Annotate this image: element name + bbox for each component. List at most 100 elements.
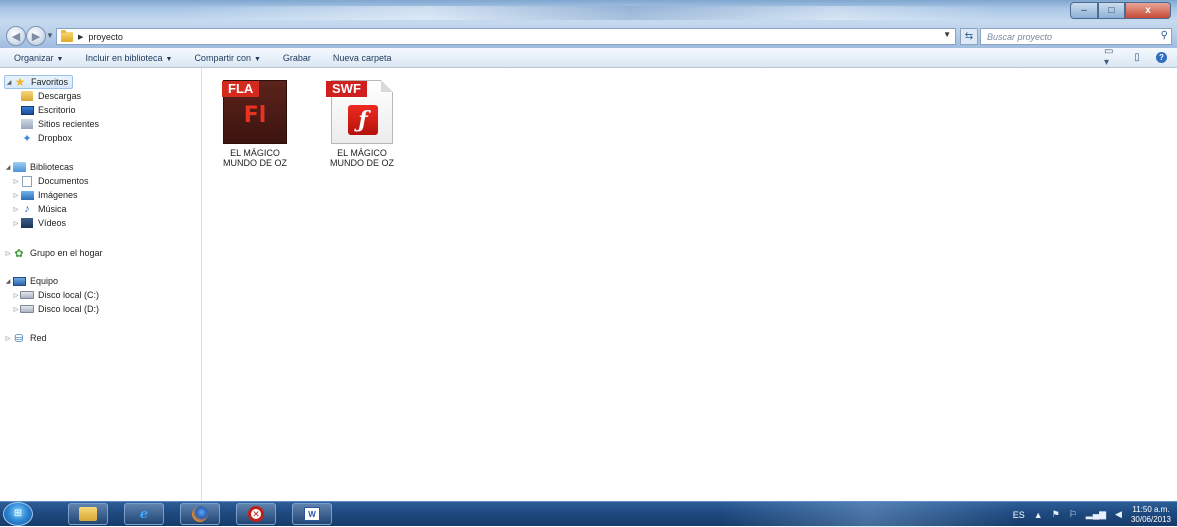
chevron-down-icon: ▼: [56, 55, 64, 63]
refresh-button[interactable]: ⇆: [960, 28, 978, 45]
file-item-fla[interactable]: FLA Fl EL MÁGICO MUNDO DE OZ: [210, 80, 300, 168]
file-name: EL MÁGICO MUNDO DE OZ: [330, 148, 394, 168]
signal-icon[interactable]: ▂▄▆: [1086, 509, 1106, 520]
nav-homegroup-label: Grupo en el hogar: [30, 248, 103, 258]
command-bar: Organizar ▼ Incluir en biblioteca ▼ Compar…: [0, 46, 1177, 68]
search-input[interactable]: Buscar proyecto ⚲: [980, 28, 1172, 45]
collapsed-triangle-icon[interactable]: ▷: [12, 192, 20, 199]
include-in-library-menu[interactable]: Incluir en biblioteca ▼: [85, 53, 172, 63]
expanded-triangle-icon[interactable]: ◢: [4, 278, 12, 285]
search-placeholder: Buscar proyecto: [987, 31, 1053, 42]
close-icon: x: [1145, 5, 1151, 16]
collapsed-triangle-icon[interactable]: ▷: [4, 250, 12, 257]
homegroup-icon: ✿: [14, 247, 24, 260]
share-with-menu[interactable]: Compartir con ▼: [194, 53, 260, 63]
nav-item-documentos[interactable]: ▷ Documentos: [12, 174, 89, 188]
view-options-icon[interactable]: ▭ ▾: [1104, 46, 1118, 68]
documents-icon: [20, 175, 34, 187]
preview-pane-icon[interactable]: ▯: [1130, 50, 1144, 64]
help-icon[interactable]: ?: [1156, 51, 1167, 63]
nav-item-label: Dropbox: [38, 133, 73, 143]
nav-item-disco-c[interactable]: ▷ Disco local (C:): [12, 288, 99, 302]
breadcrumb-proyecto[interactable]: proyecto: [88, 32, 123, 42]
new-folder-button[interactable]: Nueva carpeta: [333, 53, 392, 63]
forward-button[interactable]: ▶: [26, 26, 46, 46]
flash-player-glyph: ƒ: [348, 105, 378, 135]
title-bar: ◀ ▶ ▼ ▶ proyecto ▼ ⇆ Buscar proyecto ⚲ –…: [0, 0, 1177, 48]
system-tray: ES ▲ ⚑ ⚐ ▂▄▆ ◀ 11:50 a.m. 30/06/2013: [1013, 504, 1171, 525]
nav-item-label: Documentos: [38, 176, 89, 186]
chevron-down-icon: ▼: [253, 55, 261, 63]
organize-label: Organizar: [14, 52, 54, 63]
network-status-icon[interactable]: ⚑: [1052, 509, 1060, 520]
nav-network[interactable]: ▷ ⛁ Red: [4, 331, 47, 345]
maximize-button[interactable]: □: [1098, 2, 1125, 19]
breadcrumb-separator-icon[interactable]: ▶: [78, 33, 83, 41]
minimize-button[interactable]: –: [1070, 2, 1098, 19]
nav-computer[interactable]: ◢ Equipo: [4, 274, 58, 288]
recent-pages-dropdown[interactable]: ▼: [46, 31, 56, 41]
collapsed-triangle-icon[interactable]: ▷: [12, 220, 20, 227]
share-with-label: Compartir con: [194, 52, 251, 63]
toolbar-right: ▭ ▾ ▯ ?: [1104, 46, 1167, 68]
chevron-down-icon: ▼: [165, 55, 173, 63]
taskbar-ie[interactable]: e: [124, 503, 164, 525]
libraries-icon: [12, 161, 26, 173]
pictures-icon: [20, 189, 34, 201]
nav-libraries[interactable]: ◢ Bibliotecas: [4, 160, 74, 174]
downloads-folder-icon: [20, 90, 34, 102]
nav-item-videos[interactable]: ▷ Vídeos: [12, 216, 66, 230]
nav-favorites[interactable]: ◢ ★ Favoritos: [4, 75, 74, 89]
include-in-library-label: Incluir en biblioteca: [85, 52, 163, 63]
file-list[interactable]: FLA Fl EL MÁGICO MUNDO DE OZ SWF ƒ EL MÁ…: [202, 68, 1177, 501]
expanded-triangle-icon[interactable]: ◢: [4, 164, 12, 171]
language-indicator[interactable]: ES: [1013, 510, 1025, 520]
music-icon: ♪: [24, 203, 30, 215]
start-orb-icon: ⊞: [13, 508, 23, 519]
show-hidden-icons-icon[interactable]: ▲: [1034, 510, 1043, 520]
taskbar-blocked-app[interactable]: ✕: [236, 503, 276, 525]
collapsed-triangle-icon[interactable]: ▷: [12, 206, 20, 213]
refresh-icon: ⇆: [964, 31, 974, 42]
nav-item-imagenes[interactable]: ▷ Imágenes: [12, 188, 78, 202]
address-dropdown-icon[interactable]: ▼: [943, 30, 951, 39]
close-button[interactable]: x: [1125, 2, 1171, 19]
nav-item-musica[interactable]: ▷ ♪ Música: [12, 202, 67, 216]
clock[interactable]: 11:50 a.m. 30/06/2013: [1131, 505, 1171, 525]
file-item-swf[interactable]: SWF ƒ EL MÁGICO MUNDO DE OZ: [317, 80, 407, 168]
nav-libraries-label: Bibliotecas: [30, 162, 74, 172]
nav-homegroup[interactable]: ▷ ✿ Grupo en el hogar: [4, 246, 103, 260]
nav-item-dropbox[interactable]: ✦ Dropbox: [20, 131, 72, 145]
window-controls: – □ x: [1070, 2, 1171, 19]
nav-item-label: Descargas: [38, 91, 82, 101]
nav-item-label: Sitios recientes: [38, 119, 100, 129]
collapsed-triangle-icon[interactable]: ▷: [12, 292, 20, 299]
taskbar-firefox[interactable]: [180, 503, 220, 525]
back-button[interactable]: ◀: [6, 26, 26, 46]
recent-places-icon: [20, 118, 34, 130]
clock-date: 30/06/2013: [1130, 514, 1171, 524]
collapsed-triangle-icon[interactable]: ▷: [12, 178, 20, 185]
maximize-icon: □: [1108, 5, 1115, 16]
taskbar-word[interactable]: W: [292, 503, 332, 525]
new-folder-label: Nueva carpeta: [332, 52, 392, 63]
volume-icon[interactable]: ◀: [1115, 509, 1122, 520]
nav-item-disco-d[interactable]: ▷ Disco local (D:): [12, 302, 99, 316]
expanded-triangle-icon[interactable]: ◢: [5, 79, 13, 86]
search-icon[interactable]: ⚲: [1161, 30, 1168, 41]
taskbar-explorer[interactable]: [68, 503, 108, 525]
collapsed-triangle-icon[interactable]: ▷: [12, 306, 20, 313]
burn-button[interactable]: Grabar: [283, 53, 311, 63]
nav-item-escritorio[interactable]: Escritorio: [20, 103, 76, 117]
nav-item-label: Disco local (D:): [38, 304, 100, 314]
action-center-icon[interactable]: ⚐: [1069, 509, 1077, 520]
address-bar[interactable]: ▶ proyecto ▼: [56, 28, 956, 45]
start-button[interactable]: ⊞: [3, 502, 33, 526]
organize-menu[interactable]: Organizar ▼: [14, 53, 63, 63]
collapsed-triangle-icon[interactable]: ▷: [4, 335, 12, 342]
nav-item-descargas[interactable]: Descargas: [20, 89, 81, 103]
taskbar-glow: [720, 502, 1020, 527]
forward-arrow-icon: ▶: [31, 30, 41, 43]
nav-item-sitios-recientes[interactable]: Sitios recientes: [20, 117, 99, 131]
flash-fla-file-icon: FLA Fl: [222, 80, 287, 144]
